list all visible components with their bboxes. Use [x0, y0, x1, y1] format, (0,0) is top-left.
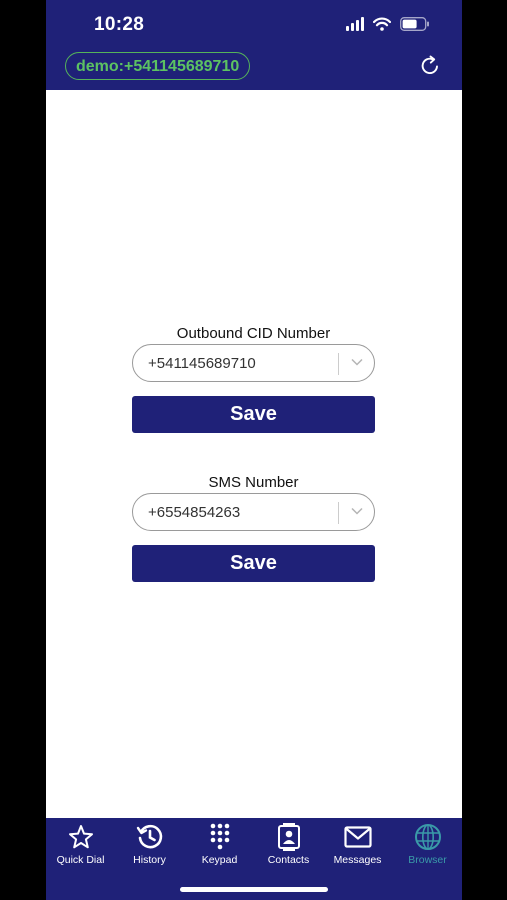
globe-icon	[414, 824, 441, 850]
battery-icon	[400, 17, 430, 31]
home-indicator[interactable]	[180, 887, 328, 892]
top-bar: 10:28 demo:+541145689710	[46, 0, 462, 90]
outbound-cid-label: Outbound CID Number	[176, 325, 331, 342]
sms-number-section: SMS Number +6554854263 Save	[132, 474, 375, 582]
contacts-icon	[277, 823, 300, 851]
tab-browser[interactable]: Browser	[393, 822, 462, 866]
tab-label: Browser	[408, 854, 447, 866]
outbound-cid-section: Outbound CID Number +541145689710 Save	[132, 325, 375, 433]
tab-history[interactable]: History	[115, 822, 184, 866]
tab-label: History	[133, 854, 166, 866]
refresh-button[interactable]	[418, 54, 442, 78]
app-screen: 10:28 demo:+541145689710 Outbound CID Nu…	[46, 0, 462, 900]
tab-quick-dial[interactable]: Quick Dial	[46, 822, 115, 866]
tab-messages[interactable]: Messages	[323, 822, 392, 866]
tab-label: Quick Dial	[56, 854, 105, 866]
envelope-icon	[343, 826, 372, 848]
outbound-cid-value: +541145689710	[148, 355, 256, 372]
cellular-signal-icon	[346, 17, 364, 31]
sms-number-select[interactable]: +6554854263	[132, 493, 375, 531]
tab-label: Contacts	[267, 854, 310, 866]
wifi-icon	[373, 17, 391, 31]
sms-number-value: +6554854263	[148, 504, 241, 521]
save-sms-number-button[interactable]: Save	[132, 545, 375, 582]
status-icons	[346, 17, 430, 31]
refresh-icon	[421, 55, 438, 75]
tab-label: Keypad	[201, 854, 238, 866]
star-icon	[68, 825, 93, 849]
history-icon	[136, 824, 162, 849]
tab-label: Messages	[333, 854, 382, 866]
select-divider	[338, 502, 339, 524]
chevron-down-icon	[351, 358, 363, 366]
select-divider	[338, 353, 339, 375]
account-badge[interactable]: demo:+541145689710	[65, 52, 251, 80]
chevron-down-icon	[351, 507, 363, 515]
status-time: 10:28	[94, 14, 145, 35]
keypad-icon	[210, 823, 229, 850]
tab-contacts[interactable]: Contacts	[254, 822, 323, 866]
outbound-cid-select[interactable]: +541145689710	[132, 344, 375, 382]
tab-bar: Quick Dial History Keypad Contacts Messa…	[46, 818, 462, 900]
save-outbound-cid-button[interactable]: Save	[132, 396, 375, 433]
tab-keypad[interactable]: Keypad	[185, 822, 254, 866]
sms-number-label: SMS Number	[208, 474, 299, 491]
